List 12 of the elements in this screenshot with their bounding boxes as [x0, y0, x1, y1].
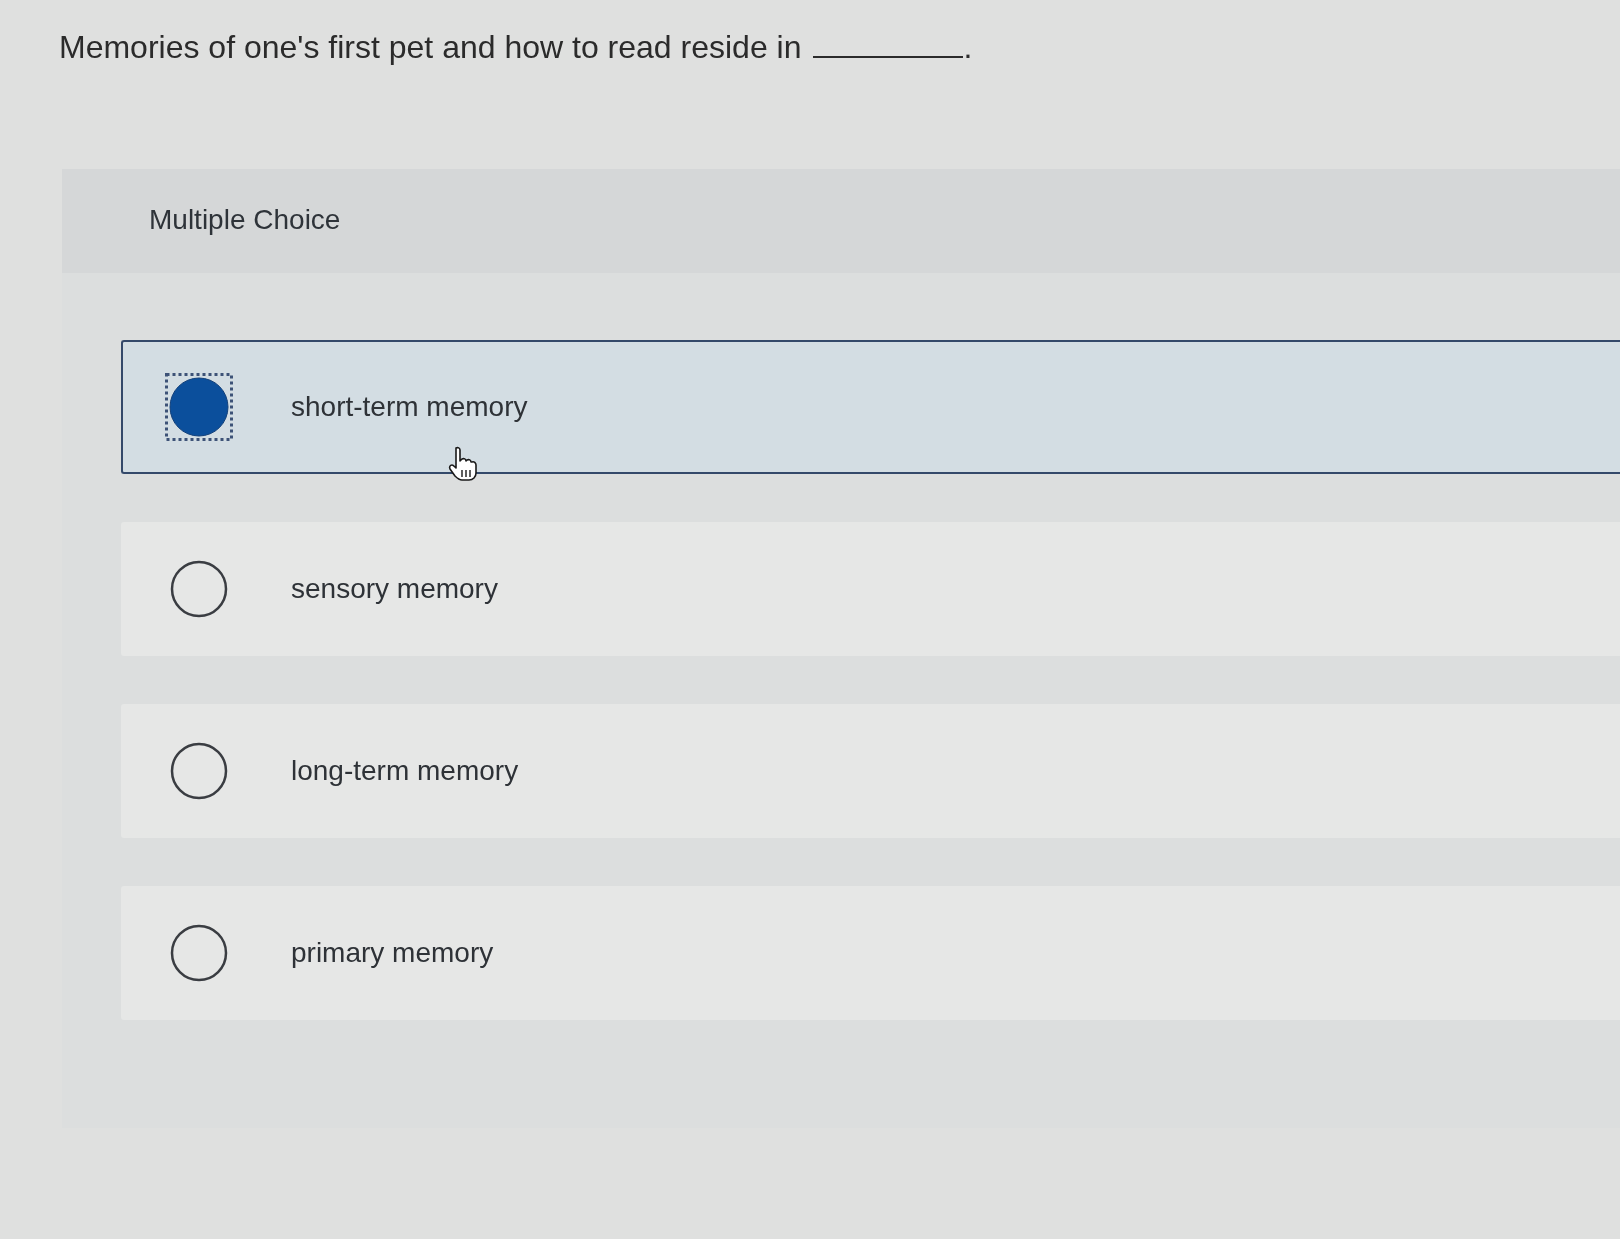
option-label: long-term memory	[291, 753, 519, 788]
answer-option[interactable]: long-term memory	[121, 703, 1620, 838]
option-label: primary memory	[291, 935, 494, 970]
hand-cursor-icon	[448, 445, 478, 482]
option-label: short-term memory	[291, 389, 528, 424]
question-type-label: Multiple Choice	[149, 203, 341, 235]
radio-button[interactable]	[165, 372, 233, 441]
question-text: Memories of one's first pet and how to read reside in	[59, 28, 802, 67]
option-label: sensory memory	[291, 571, 498, 606]
answer-option[interactable]: sensory memory	[121, 521, 1620, 656]
answer-option[interactable]: primary memory	[121, 885, 1620, 1020]
question-punctuation: .	[963, 28, 973, 67]
